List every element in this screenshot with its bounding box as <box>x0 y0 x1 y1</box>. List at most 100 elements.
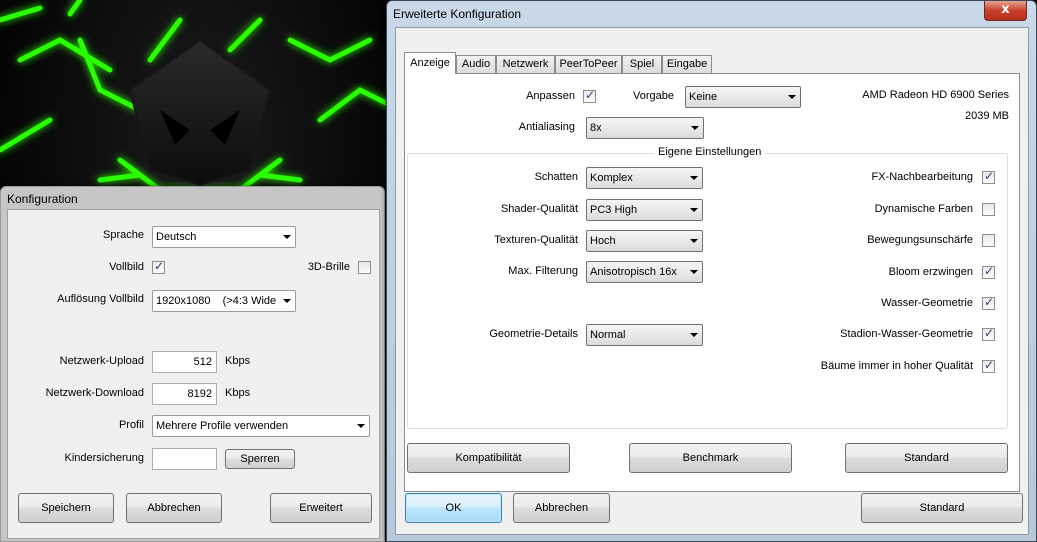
window-title: Erweiterte Konfiguration <box>393 7 522 21</box>
check-icon: ✓ <box>154 259 165 273</box>
check-icon: ✓ <box>984 295 995 309</box>
aufloesung-label: Auflösung Vollbild <box>57 293 144 305</box>
chevron-down-icon <box>788 95 796 99</box>
eigene-einstellungen-group: Eigene Einstellungen Schatten Komplex Sh… <box>407 146 1008 429</box>
erweitert-button[interactable]: Erweitert <box>270 493 372 523</box>
kindersicherung-input[interactable] <box>152 448 217 470</box>
kindersicherung-label: Kindersicherung <box>64 452 145 464</box>
max-filterung-select[interactable]: Anisotropisch 16x <box>586 261 703 283</box>
dynamische-farben-checkbox[interactable] <box>982 203 995 216</box>
schatten-value: Komplex <box>590 172 633 184</box>
konfiguration-window: Konfiguration Sprache Deutsch Vollbild ✓… <box>0 186 385 542</box>
geometrie-details-select[interactable]: Normal <box>586 324 703 346</box>
schatten-label: Schatten <box>534 171 578 183</box>
baeume-hohe-qualitaet-checkbox[interactable]: ✓ <box>982 358 995 373</box>
fx-nachbearbeitung-checkbox[interactable]: ✓ <box>982 169 995 184</box>
texturen-qualitaet-select[interactable]: Hoch <box>586 230 703 252</box>
upload-input[interactable]: 512 <box>152 351 217 373</box>
dynamische-farben-label: Dynamische Farben <box>874 203 973 215</box>
vorgabe-select[interactable]: Keine <box>685 86 801 108</box>
sprache-label: Sprache <box>103 229 144 241</box>
antialiasing-label: Antialiasing <box>518 121 575 133</box>
bloom-erzwingen-checkbox[interactable]: ✓ <box>982 264 995 279</box>
vorgabe-value: Keine <box>689 91 718 103</box>
bewegungsunschaerfe-checkbox[interactable] <box>982 234 995 247</box>
tab-netzwerk[interactable]: Netzwerk <box>496 55 555 73</box>
aufloesung-select[interactable]: 1920x1080 (>4:3 Wide <box>152 290 296 312</box>
tab-audio[interactable]: Audio <box>456 55 496 73</box>
chevron-down-icon <box>690 270 698 274</box>
chevron-down-icon <box>357 424 365 428</box>
tab-eingabe[interactable]: Eingabe <box>662 55 712 73</box>
shader-qualitaet-value: PC3 High <box>590 204 638 216</box>
chevron-down-icon <box>691 126 699 130</box>
baeume-hohe-qualitaet-label: Bäume immer in hoher Qualität <box>820 360 973 372</box>
erweiterte-konfiguration-window: Erweiterte Konfiguration x Anzeige Audio… <box>386 0 1037 542</box>
bloom-erzwingen-label: Bloom erzwingen <box>888 266 973 278</box>
anzeige-panel: Anpassen ✓ Vorgabe Keine AMD Radeon HD 6… <box>404 73 1020 492</box>
check-icon: ✓ <box>984 358 995 372</box>
close-button[interactable]: x <box>984 1 1027 21</box>
stadion-wasser-geometrie-checkbox[interactable]: ✓ <box>982 326 995 341</box>
texturen-qualitaet-label: Texturen-Qualität <box>494 234 578 246</box>
upload-label: Netzwerk-Upload <box>59 355 144 367</box>
shader-qualitaet-select[interactable]: PC3 High <box>586 199 703 221</box>
group-title: Eigene Einstellungen <box>654 146 766 158</box>
check-icon: ✓ <box>585 88 596 102</box>
speichern-button[interactable]: Speichern <box>18 493 114 523</box>
schatten-select[interactable]: Komplex <box>586 167 703 189</box>
sperren-button[interactable]: Sperren <box>225 449 295 469</box>
anpassen-label: Anpassen <box>526 90 575 102</box>
antialiasing-select[interactable]: 8x <box>586 117 704 139</box>
download-label: Netzwerk-Download <box>45 387 144 399</box>
sprache-select[interactable]: Deutsch <box>152 226 296 248</box>
gpu-memory: 2039 MB <box>964 110 1009 122</box>
ok-button[interactable]: OK <box>405 493 502 523</box>
download-unit: Kbps <box>225 387 251 399</box>
wasser-geometrie-checkbox[interactable]: ✓ <box>982 295 995 310</box>
tab-anzeige[interactable]: Anzeige <box>404 52 456 74</box>
check-icon: ✓ <box>984 326 995 340</box>
window-title: Konfiguration <box>7 192 78 206</box>
window-client-area: Anzeige Audio Netzwerk PeerToPeer Spiel … <box>395 27 1029 535</box>
profil-value: Mehrere Profile verwenden <box>156 420 289 432</box>
gpu-name: AMD Radeon HD 6900 Series <box>862 89 1009 101</box>
standard-panel-button[interactable]: Standard <box>845 443 1008 473</box>
kompatibilitaet-button[interactable]: Kompatibilität <box>407 443 570 473</box>
stadion-wasser-geometrie-label: Stadion-Wasser-Geometrie <box>840 328 973 340</box>
3d-brille-checkbox[interactable] <box>358 261 371 274</box>
upload-unit: Kbps <box>225 355 251 367</box>
bewegungsunschaerfe-label: Bewegungsunschärfe <box>867 234 973 246</box>
antialiasing-value: 8x <box>590 122 602 134</box>
chevron-down-icon <box>283 235 291 239</box>
check-icon: ✓ <box>984 169 995 183</box>
3d-brille-label: 3D-Brille <box>307 261 350 273</box>
fx-nachbearbeitung-label: FX-Nachbearbeitung <box>871 171 973 183</box>
download-input[interactable]: 8192 <box>152 383 217 405</box>
anpassen-checkbox[interactable]: ✓ <box>583 88 596 103</box>
texturen-qualitaet-value: Hoch <box>590 235 616 247</box>
vorgabe-label: Vorgabe <box>633 90 674 102</box>
benchmark-button[interactable]: Benchmark <box>629 443 792 473</box>
chevron-down-icon <box>690 333 698 337</box>
geometrie-details-value: Normal <box>590 329 626 341</box>
abbrechen-button[interactable]: Abbrechen <box>126 493 222 523</box>
profil-select[interactable]: Mehrere Profile verwenden <box>152 415 370 437</box>
chevron-down-icon <box>690 176 698 180</box>
aufloesung-value: 1920x1080 (>4:3 Wide <box>156 295 277 307</box>
tab-peertopeer[interactable]: PeerToPeer <box>555 55 622 73</box>
check-icon: ✓ <box>984 264 995 278</box>
sprache-value: Deutsch <box>156 231 197 243</box>
chevron-down-icon <box>690 239 698 243</box>
vollbild-label: Vollbild <box>109 261 144 273</box>
profil-label: Profil <box>118 419 144 431</box>
abbrechen-button[interactable]: Abbrechen <box>513 493 610 523</box>
chevron-down-icon <box>283 299 291 303</box>
shader-qualitaet-label: Shader-Qualität <box>500 203 578 215</box>
window-client-area: Sprache Deutsch Vollbild ✓ 3D-Brille Auf… <box>7 209 380 539</box>
geometrie-details-label: Geometrie-Details <box>489 328 578 340</box>
vollbild-checkbox[interactable]: ✓ <box>152 259 165 274</box>
chevron-down-icon <box>690 208 698 212</box>
standard-button[interactable]: Standard <box>861 493 1023 523</box>
tab-spiel[interactable]: Spiel <box>622 55 662 73</box>
